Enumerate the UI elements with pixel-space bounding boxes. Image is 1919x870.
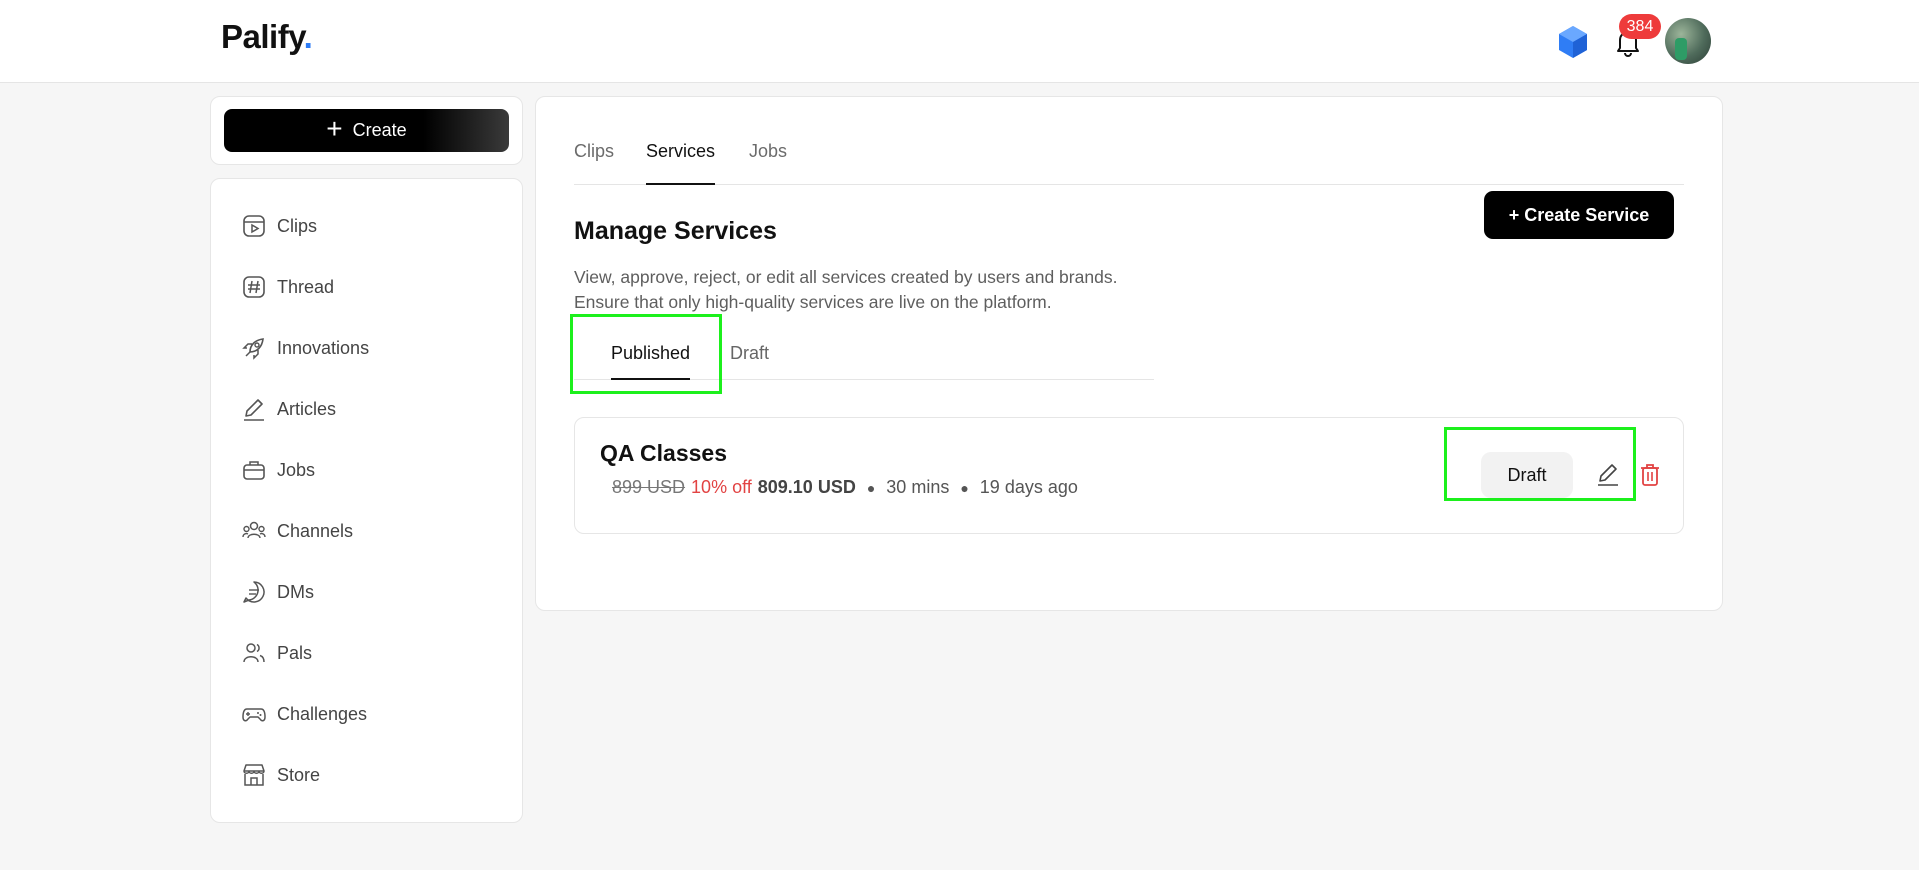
original-price: 899 USD: [612, 477, 686, 497]
sidebar-item-challenges[interactable]: Challenges: [241, 694, 501, 734]
create-card: + Create: [210, 96, 523, 165]
edit-icon[interactable]: [1595, 462, 1621, 488]
sidebar-item-dms[interactable]: DMs: [241, 572, 501, 612]
create-button[interactable]: + Create: [224, 109, 509, 152]
plus-icon: +: [326, 113, 343, 144]
logo[interactable]: Palify.: [221, 18, 313, 56]
clips-icon: [243, 215, 265, 237]
posted-time: 19 days ago: [979, 477, 1078, 497]
description-line: Ensure that only high-quality services a…: [574, 292, 1052, 312]
notification-badge: 384: [1619, 14, 1661, 39]
final-price: 809.10 USD: [757, 477, 856, 497]
sidebar-item-label: Store: [277, 764, 321, 785]
separator-dot: ●: [960, 479, 969, 496]
pen-icon: [244, 399, 264, 421]
description-line: View, approve, reject, or edit all servi…: [574, 267, 1118, 287]
tab-clips[interactable]: Clips: [574, 137, 614, 185]
sidebar-item-pals[interactable]: Pals: [241, 633, 501, 673]
top-header: Palify. 384: [0, 0, 1919, 83]
tab-services[interactable]: Services: [646, 137, 716, 185]
page-description: View, approve, reject, or edit all servi…: [574, 265, 1194, 315]
sidebar-item-channels[interactable]: Channels: [241, 511, 501, 551]
users-icon: [243, 643, 265, 663]
sidebar-item-label: Challenges: [277, 703, 368, 724]
move-to-draft-button[interactable]: Draft: [1481, 452, 1573, 498]
create-button-label: Create: [352, 120, 407, 140]
avatar[interactable]: [1665, 18, 1711, 64]
main-panel: Clips Services Jobs + Create Service Man…: [535, 96, 1723, 611]
tab-published[interactable]: Published: [611, 343, 691, 380]
sidebar-item-innovations[interactable]: Innovations: [241, 328, 501, 368]
gamepad-icon: [242, 708, 266, 722]
sidebar-item-label: Innovations: [277, 337, 370, 358]
service-name: QA Classes: [600, 440, 727, 466]
create-service-button[interactable]: + Create Service: [1484, 191, 1674, 239]
service-card[interactable]: QA Classes 899 USD 10% off 809.10 USD ● …: [574, 417, 1684, 534]
sidebar-item-label: Clips: [277, 215, 318, 236]
status-tabs: Published Draft: [574, 329, 1154, 380]
sidebar-item-label: Jobs: [277, 459, 316, 480]
discount: 10% off: [691, 477, 752, 497]
rocket-icon: [242, 338, 264, 360]
sidebar-item-label: Pals: [277, 642, 313, 663]
sidebar-item-store[interactable]: Store: [241, 755, 501, 795]
sidebar-item-label: Thread: [277, 276, 335, 297]
sidebar-item-label: Articles: [277, 398, 337, 419]
sidebar-item-clips[interactable]: Clips: [241, 206, 501, 246]
hashtag-icon: [243, 276, 265, 298]
tab-draft[interactable]: Draft: [730, 343, 769, 380]
trash-icon[interactable]: [1638, 462, 1662, 488]
main-tabs: Clips Services Jobs: [574, 137, 1684, 185]
page-title: Manage Services: [574, 217, 777, 245]
sidebar-item-label: DMs: [277, 581, 314, 602]
service-meta: 899 USD 10% off 809.10 USD ● 30 mins ● 1…: [612, 477, 1078, 498]
separator-dot: ●: [866, 479, 876, 496]
sidebar-item-label: Channels: [277, 520, 354, 541]
sidebar-item-thread[interactable]: Thread: [241, 267, 501, 307]
cube-icon[interactable]: [1557, 24, 1589, 60]
sidebar-item-articles[interactable]: Articles: [241, 389, 501, 429]
briefcase-icon: [243, 461, 265, 480]
tab-jobs[interactable]: Jobs: [749, 137, 787, 185]
sidebar-item-jobs[interactable]: Jobs: [241, 450, 501, 490]
duration: 30 mins: [886, 477, 950, 497]
storefront-icon: [243, 764, 265, 786]
sidebar: Clips Thread Innovations Articles Jobs C…: [210, 178, 523, 823]
chat-bubble-icon: [243, 581, 265, 603]
people-group-icon: [242, 521, 266, 539]
